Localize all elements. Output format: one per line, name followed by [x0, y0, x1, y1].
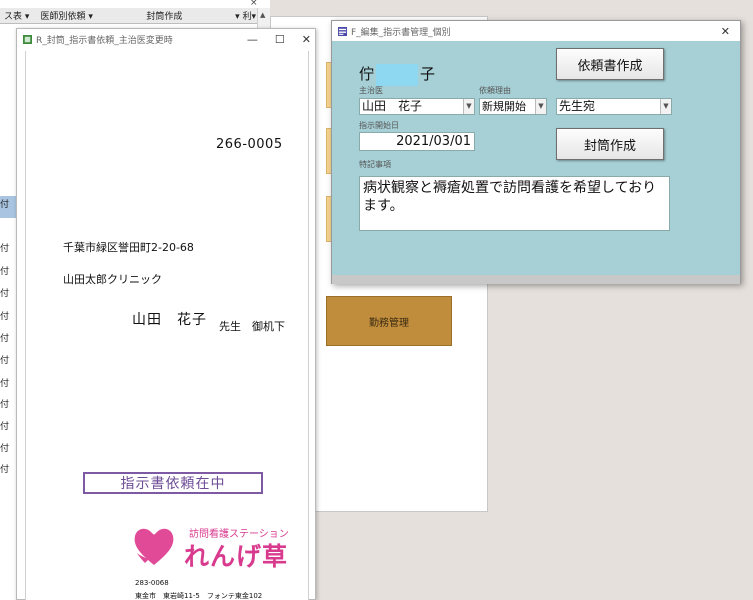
close-icon[interactable]: ×	[250, 0, 270, 8]
create-request-button[interactable]: 依頼書作成	[556, 48, 664, 80]
enclosure-stamp: 指示書依頼在中	[83, 472, 263, 494]
minimize-icon[interactable]: —	[247, 33, 258, 46]
form-footer	[332, 275, 740, 284]
maximize-icon[interactable]: ☐	[275, 33, 285, 46]
chevron-down-icon[interactable]: ▼	[660, 99, 671, 114]
window-titlebar[interactable]: F_編集_指示書管理_個別	[332, 21, 740, 41]
reason-select-value: 新規開始	[482, 100, 526, 113]
column-header[interactable]: 医師別依頼 ▾	[37, 9, 98, 22]
postal-code: 266-0005	[216, 137, 283, 152]
window-title: F_編集_指示書管理_個別	[351, 27, 451, 38]
doctor-select-value: 山田 花子	[362, 99, 423, 113]
reason-label: 依頼理由	[479, 86, 511, 95]
column-header[interactable]: ス表 ▾	[0, 9, 37, 22]
notes-field[interactable]: 病状観察と褥瘡処置で訪問看護を希望しております。	[359, 176, 670, 231]
doctor-label: 主治医	[359, 86, 383, 95]
window-controls: — ☐ ✕	[247, 29, 311, 49]
edit-form-window: F_編集_指示書管理_個別 ✕ 佇子 依頼書作成 主治医 依頼理由 山田 花子 …	[331, 20, 741, 284]
sender-address: 東金市 東岩崎11-5 フォンテ東金102	[135, 592, 263, 600]
heart-logo-icon	[134, 528, 174, 565]
create-envelope-button[interactable]: 封筒作成	[556, 128, 664, 160]
start-date-label: 指示開始日	[359, 121, 399, 130]
start-date-field[interactable]: 2021/03/01	[359, 132, 475, 151]
work-management-button[interactable]: 勤務管理	[326, 296, 452, 346]
envelope-page: 266-0005 千葉市緑区誉田町2-20-68 山田太郎クリニック 山田 花子…	[25, 51, 309, 600]
sender-postal: 283-0068	[135, 579, 169, 587]
chevron-down-icon[interactable]: ▼	[535, 99, 546, 114]
patient-name-start: 佇	[359, 65, 375, 83]
patient-name-end: 子	[420, 65, 436, 83]
scroll-up-icon[interactable]: ▲	[260, 11, 265, 19]
table-header: ス表 ▾ 医師別依頼 ▾ 封筒作成 ▾ 利▾	[0, 8, 260, 24]
honorific: 先生 御机下	[219, 320, 285, 333]
redaction-mask	[376, 63, 419, 86]
form-icon	[338, 26, 347, 36]
window-title: R_封筒_指示書依頼_主治医変更時	[36, 35, 173, 46]
envelope-report-window: R_封筒_指示書依頼_主治医変更時 — ☐ ✕ 266-0005 千葉市緑区誉田…	[16, 28, 316, 600]
reason-select[interactable]: 新規開始 ▼	[479, 98, 547, 115]
recipient-clinic: 山田太郎クリニック	[63, 273, 162, 286]
report-icon	[23, 34, 32, 44]
notes-label: 特記事項	[359, 160, 391, 169]
column-header[interactable]: ▾ 利▾	[231, 9, 260, 22]
window-controls: ✕	[721, 21, 730, 41]
recipient-address: 千葉市緑区誉田町2-20-68	[63, 241, 194, 254]
close-icon[interactable]: ✕	[721, 25, 730, 38]
column-header[interactable]: 封筒作成	[98, 9, 231, 22]
addressee-select-value: 先生宛	[559, 99, 596, 113]
logo-name: れんげ草	[184, 542, 289, 571]
addressee-select[interactable]: 先生宛 ▼	[556, 98, 672, 115]
doctor-select[interactable]: 山田 花子 ▼	[359, 98, 475, 115]
recipient-doctor: 山田 花子	[132, 312, 207, 328]
close-icon[interactable]: ✕	[302, 33, 311, 46]
patient-name: 佇子	[359, 63, 435, 86]
chevron-down-icon[interactable]: ▼	[463, 99, 474, 114]
